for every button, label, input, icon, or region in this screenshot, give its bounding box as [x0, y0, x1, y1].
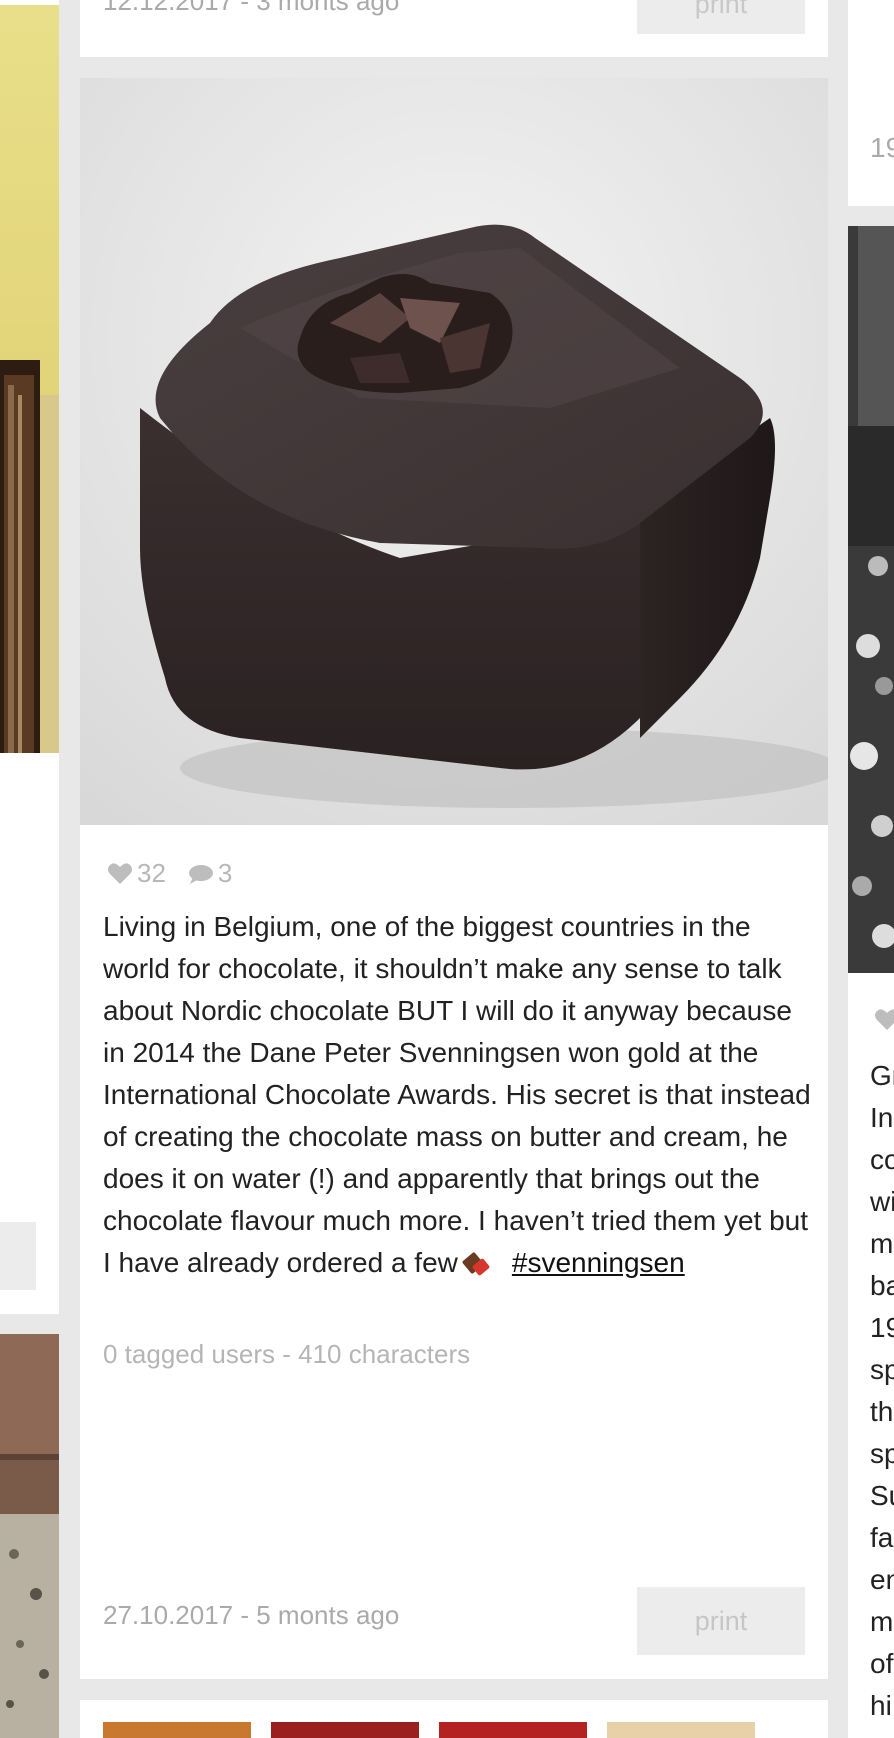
left-print-button[interactable]	[0, 1222, 36, 1290]
print-button[interactable]: print	[637, 1587, 805, 1655]
next-post-card	[80, 1700, 828, 1738]
thumbnail-image[interactable]	[607, 1722, 755, 1738]
post-stats: 32 3	[107, 858, 254, 889]
heart-icon[interactable]	[874, 1008, 894, 1032]
right-post-card: 19	[848, 0, 894, 206]
chocolate-bar-emoji	[462, 1252, 490, 1275]
left-post-card	[0, 0, 59, 1314]
likes-count: 32	[137, 858, 166, 888]
hashtag-link[interactable]: #svenningsen	[512, 1247, 685, 1278]
caption-text: Living in Belgium, one of the biggest co…	[103, 911, 811, 1278]
right-post-card-2: Gr In co wi m ba 19 sp th sp Su fa en m …	[848, 226, 894, 1738]
right-partial-date: 19	[870, 132, 894, 163]
post-photo-chocolate	[80, 78, 828, 825]
left-post-photo	[0, 5, 59, 753]
right-post-photo	[848, 226, 894, 973]
thumbnail-image[interactable]	[103, 1722, 251, 1738]
thumbnail-image[interactable]	[271, 1722, 419, 1738]
post-card: 32 3 Living in Belgium, one of the bigge…	[80, 78, 828, 1679]
left-post-card-2	[0, 1334, 59, 1738]
post-date: 12.12.2017 - 3 monts ago	[103, 0, 400, 16]
comment-icon[interactable]	[188, 863, 214, 885]
print-button[interactable]: print	[637, 0, 805, 34]
post-date: 27.10.2017 - 5 monts ago	[103, 1600, 400, 1630]
right-post-caption: Gr In co wi m ba 19 sp th sp Su fa en m …	[870, 1060, 894, 1721]
post-caption: Living in Belgium, one of the biggest co…	[103, 906, 813, 1284]
previous-post-card: 12.12.2017 - 3 monts ago print	[80, 0, 828, 57]
post-meta: 0 tagged users - 410 characters	[103, 1339, 471, 1369]
comments-count: 3	[217, 858, 233, 888]
heart-icon[interactable]	[107, 862, 133, 886]
thumbnail-image[interactable]	[439, 1722, 587, 1738]
left-post-photo-2	[0, 1334, 59, 1738]
